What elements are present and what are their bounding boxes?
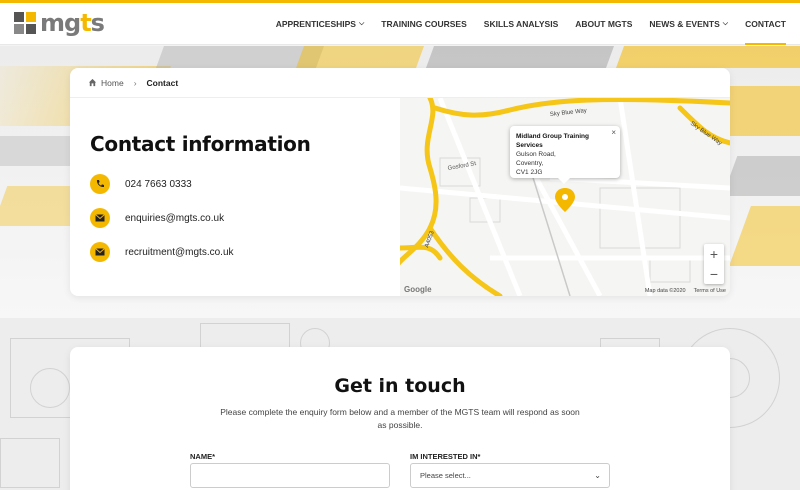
terms-link[interactable]: Terms of Use (694, 288, 726, 294)
enquiries-email-row[interactable]: enquiries@mgts.co.uk (90, 208, 311, 228)
chevron-down-icon: ⌄ (594, 471, 601, 480)
name-label: NAME* (190, 452, 216, 461)
close-icon[interactable]: × (611, 128, 616, 137)
mgts-logo[interactable]: mgts (14, 9, 124, 37)
contact-info: Contact information 024 7663 0333 enquir… (90, 132, 311, 262)
nav-training-courses[interactable]: TRAINING COURSES (381, 3, 466, 45)
google-logo: Google (404, 285, 432, 294)
interest-select[interactable]: Please select... ⌄ (410, 463, 610, 488)
form-title: Get in touch (334, 375, 466, 397)
phone-number[interactable]: 024 7663 0333 (125, 179, 192, 190)
nav-news-events[interactable]: NEWS & EVENTS ⌵ (649, 3, 728, 45)
name-input[interactable] (190, 463, 390, 488)
recruitment-email[interactable]: recruitment@mgts.co.uk (125, 247, 234, 258)
breadcrumb-home[interactable]: Home (88, 78, 124, 88)
zoom-out-button[interactable]: − (704, 264, 724, 284)
logo-mark-icon (14, 12, 36, 34)
site-header: mgts APPRENTICESHIPS ⌵ TRAINING COURSES S… (0, 3, 800, 45)
breadcrumb: Home › Contact (70, 68, 730, 98)
nav-about-mgts[interactable]: ABOUT MGTS (575, 3, 632, 45)
breadcrumb-separator-icon: › (133, 77, 137, 88)
enquiry-form-card: Get in touch Please complete the enquiry… (70, 347, 730, 490)
map-zoom-controls: + − (704, 244, 724, 284)
enquiries-email[interactable]: enquiries@mgts.co.uk (125, 213, 224, 224)
contact-title: Contact information (90, 132, 311, 156)
location-map[interactable]: Sky Blue Way Sky Blue Way A4053 Gosford … (400, 98, 730, 296)
nav-contact[interactable]: CONTACT (745, 3, 786, 45)
home-icon (88, 78, 97, 87)
nav-apprenticeships[interactable]: APPRENTICESHIPS ⌵ (276, 3, 365, 45)
form-description: Please complete the enquiry form below a… (220, 407, 580, 430)
main-nav: APPRENTICESHIPS ⌵ TRAINING COURSES SKILLS… (259, 3, 786, 45)
zoom-in-button[interactable]: + (704, 244, 724, 264)
phone-icon (90, 174, 110, 194)
map-info-popup: × Midland Group Training Services Gulson… (510, 126, 620, 184)
chevron-down-icon: ⌵ (722, 20, 729, 27)
map-attribution: Map data ©2020 Terms of Use (644, 288, 726, 294)
contact-card: Home › Contact Contact information 024 7… (70, 68, 730, 296)
email-icon (90, 242, 110, 262)
breadcrumb-current: Contact (146, 77, 179, 88)
email-icon (90, 208, 110, 228)
interest-label: IM INTERESTED IN* (410, 452, 481, 461)
nav-skills-analysis[interactable]: SKILLS ANALYSIS (484, 3, 558, 45)
logo-wordmark: mgts (40, 9, 105, 37)
phone-row[interactable]: 024 7663 0333 (90, 174, 311, 194)
recruitment-email-row[interactable]: recruitment@mgts.co.uk (90, 242, 311, 262)
chevron-down-icon: ⌵ (358, 20, 365, 27)
